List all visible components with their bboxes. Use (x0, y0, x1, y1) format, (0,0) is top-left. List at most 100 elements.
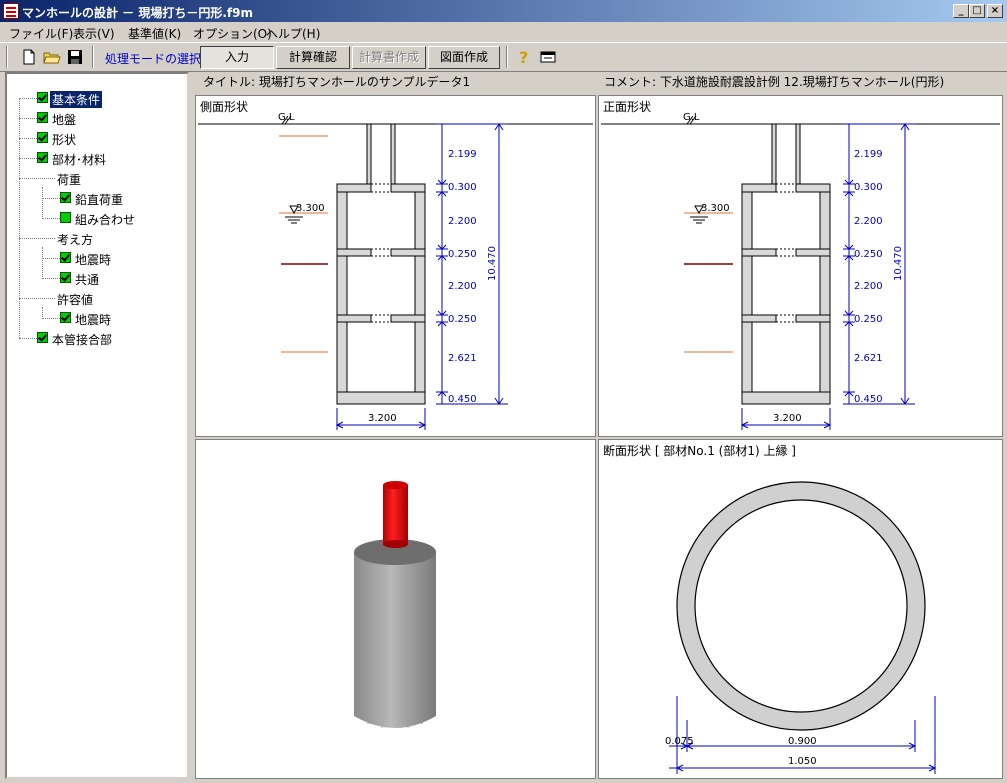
front-view-panel[interactable]: 正面形状 G.L 3.300 (598, 95, 1003, 437)
dim-label: 2.199 (854, 149, 883, 160)
tree-line (19, 98, 37, 99)
checkbox-icon[interactable] (60, 272, 71, 283)
tree-item-label: 鉛直荷重 (75, 193, 124, 207)
menu-bar: ファイル(F) 表示(V) 基準値(K) オプション(O) ヘルプ(H) (0, 22, 1007, 42)
tree-item-label: 地盤 (52, 113, 77, 127)
tree-line (42, 278, 60, 279)
tree-line (42, 307, 43, 317)
data-comment: コメント: 下水道施設耐震設計例 12.現場打ちマンホール(円形) (604, 75, 945, 89)
water-level-label: 3.300 (296, 203, 325, 214)
app-icon[interactable] (3, 3, 19, 19)
section-drawing: 0.075 0.900 1.050 (665, 481, 937, 774)
dim-label: 0.250 (854, 314, 883, 325)
width-label: 3.200 (773, 413, 802, 424)
drawing-create-button[interactable]: 図面作成 (428, 46, 500, 69)
svg-text:?: ? (519, 48, 528, 66)
dim-label: 2.200 (854, 216, 883, 227)
tree-line (42, 247, 43, 277)
tree-line (19, 238, 55, 239)
menu-file[interactable]: ファイル(F) (9, 25, 73, 42)
side-view-drawing: G.L 3.300 (198, 112, 593, 430)
tree-line (19, 118, 37, 119)
toolbar-grip (6, 46, 8, 68)
dim-label: 2.621 (854, 353, 883, 364)
checkbox-icon[interactable] (60, 252, 71, 263)
tree-line (42, 258, 60, 259)
checkbox-icon[interactable] (37, 132, 48, 143)
total-height-label: 10.470 (893, 246, 904, 281)
dim-label: 2.621 (448, 353, 477, 364)
tree-line (19, 298, 55, 299)
tree-line (42, 198, 60, 199)
dim-label: 0.250 (854, 249, 883, 260)
toolbar-separator (506, 46, 508, 68)
tree-item-label: 荷重 (57, 173, 82, 187)
menu-view[interactable]: 表示(V) (73, 25, 115, 42)
dim-label: 2.200 (448, 281, 477, 292)
dim-label: 2.200 (854, 281, 883, 292)
tree-item-label: 地震時 (75, 313, 112, 327)
window-title: マンホールの設計 － 現場打ち－円形.f9m (22, 6, 253, 20)
close-button[interactable]: × (987, 4, 1003, 18)
tree-item-label: 考え方 (57, 233, 94, 247)
report-create-button[interactable]: 計算書作成 (352, 46, 426, 69)
checkbox-icon[interactable] (37, 92, 48, 103)
width-label: 3.200 (368, 413, 397, 424)
tree-item-label: 本管接合部 (52, 333, 113, 347)
tree-item-label: 組み合わせ (75, 213, 136, 227)
3d-manhole-model (354, 481, 436, 728)
dim-label: 2.199 (448, 149, 477, 160)
toolbar: 処理モードの選択 入力 計算確認 計算書作成 図面作成 ? (0, 42, 1007, 72)
checkbox-icon[interactable] (60, 312, 71, 323)
tree-item-label: 共通 (75, 273, 100, 287)
tree-item-label: 基本条件 (50, 91, 103, 108)
tree-item-label: 許容値 (57, 293, 94, 307)
dim-label: 0.250 (448, 314, 477, 325)
new-file-icon[interactable] (20, 48, 38, 66)
tree-line (19, 178, 55, 179)
dim-label: 0.450 (448, 394, 477, 405)
checkbox-icon[interactable] (60, 192, 71, 203)
checkbox-icon[interactable] (37, 152, 48, 163)
dim-label: 0.250 (448, 249, 477, 260)
inner-dim-label: 0.900 (788, 736, 817, 747)
mode-select-label: 処理モードの選択 (105, 52, 202, 66)
help-question-icon[interactable]: ? (515, 48, 533, 66)
tree-line (42, 218, 60, 219)
dim-label: 0.300 (854, 182, 883, 193)
3d-view-panel[interactable] (195, 439, 596, 779)
menu-help[interactable]: ヘルプ(H) (266, 25, 320, 42)
checkbox-icon[interactable] (37, 112, 48, 123)
open-folder-icon[interactable] (43, 48, 61, 66)
front-view-drawing: G.L 3.300 (601, 112, 1000, 430)
calc-check-button[interactable]: 計算確認 (276, 46, 350, 69)
thickness-label: 0.075 (665, 736, 694, 747)
minimize-button[interactable]: _ (953, 4, 969, 18)
dim-label: 0.300 (448, 182, 477, 193)
tree-item-label: 部材･材料 (52, 153, 107, 167)
window-icon[interactable] (539, 48, 557, 66)
checkbox-icon[interactable] (37, 332, 48, 343)
menu-standards[interactable]: 基準値(K) (128, 25, 181, 42)
tree-line (19, 138, 37, 139)
save-disk-icon[interactable] (66, 48, 84, 66)
input-mode-button[interactable]: 入力 (200, 46, 274, 69)
checkbox-icon[interactable] (60, 212, 71, 223)
tree-item-label: 地震時 (75, 253, 112, 267)
total-height-label: 10.470 (487, 246, 498, 281)
tree-item-label: 形状 (52, 133, 77, 147)
tree-line (19, 158, 37, 159)
maximize-button[interactable]: □ (969, 4, 985, 18)
title-bar: マンホールの設計 － 現場打ち－円形.f9m _ □ × (0, 0, 1007, 22)
water-level-label: 3.300 (701, 203, 730, 214)
condition-tree[interactable]: 基本条件 地盤 形状 部材･材料 荷重 鉛直荷重 組み合わせ 考え方 地震時 共… (5, 72, 189, 779)
data-title: タイトル: 現場打ちマンホールのサンプルデータ1 (203, 75, 471, 89)
tree-line (19, 98, 20, 338)
outer-dim-label: 1.050 (788, 756, 817, 767)
tree-line (42, 187, 43, 217)
dim-label: 2.200 (448, 216, 477, 227)
menu-options[interactable]: オプション(O) (193, 25, 272, 42)
section-panel[interactable]: 断面形状 [ 部材No.1 (部材1) 上縁 ] 0.075 0.900 1.0… (598, 439, 1003, 779)
side-view-panel[interactable]: 側面形状 G.L 3.300 (195, 95, 596, 437)
dim-label: 0.450 (854, 394, 883, 405)
